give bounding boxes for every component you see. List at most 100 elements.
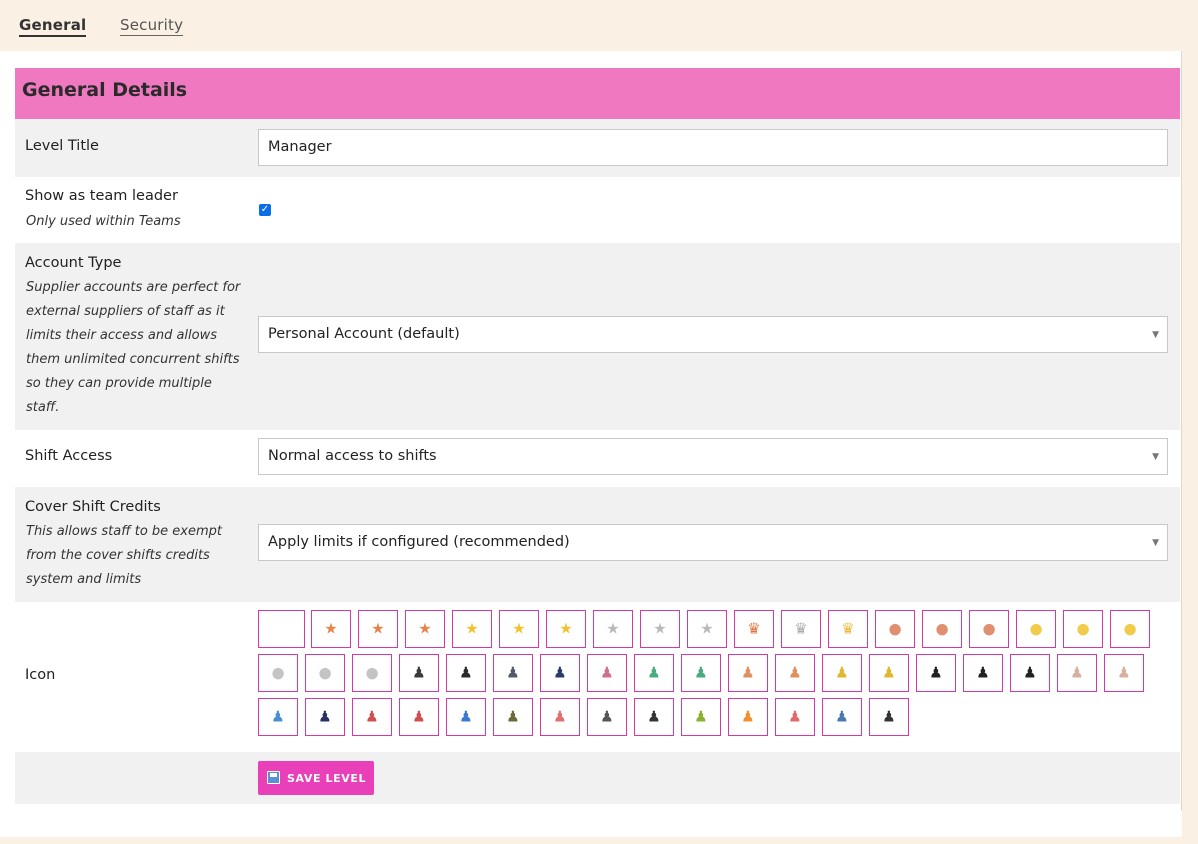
scrollbar-thumb[interactable] — [1181, 51, 1196, 811]
medal-gold-blue-icon: ● — [1123, 619, 1137, 638]
star-green-icon: ★ — [371, 619, 385, 638]
crown-silver-icon: ♛ — [794, 619, 808, 638]
icon-option[interactable]: ● — [258, 654, 298, 692]
icon-option[interactable]: ♟ — [493, 698, 533, 736]
icon-option[interactable]: ♛ — [734, 610, 774, 648]
account-type-label: Account Type — [25, 255, 122, 271]
icon-option[interactable]: ♟ — [681, 654, 721, 692]
icon-option[interactable]: ♟ — [634, 698, 674, 736]
icon-label: Icon — [25, 667, 56, 683]
icon-option[interactable]: ● — [1110, 610, 1150, 648]
tab-general[interactable]: General — [19, 16, 87, 37]
general-details-panel: General Details Level Title Manager Show… — [0, 51, 1198, 837]
icon-option[interactable]: ♟ — [681, 698, 721, 736]
icon-option[interactable]: ★ — [499, 610, 539, 648]
icon-option[interactable]: ♟ — [775, 654, 815, 692]
icon-option[interactable]: ● — [1063, 610, 1103, 648]
person-ninja-icon: ♟ — [647, 707, 661, 726]
icon-option[interactable]: ♟ — [1010, 654, 1050, 692]
person-spy-icon: ♟ — [1023, 663, 1037, 682]
team-leader-checkbox[interactable]: ✓ — [259, 204, 271, 216]
icon-option[interactable]: ★ — [358, 610, 398, 648]
icon-option[interactable]: ♟ — [775, 698, 815, 736]
icon-option[interactable]: ♟ — [822, 654, 862, 692]
icon-option[interactable]: ♟ — [305, 698, 345, 736]
person-grey-man-icon: ♟ — [506, 663, 520, 682]
team-leader-label: Show as team leader — [25, 188, 178, 204]
icon-option[interactable]: ★ — [593, 610, 633, 648]
icon-option[interactable]: ♛ — [828, 610, 868, 648]
save-level-button[interactable]: SAVE LEVEL — [258, 761, 374, 795]
person-navy-man-icon: ♟ — [553, 663, 567, 682]
icon-option[interactable]: ♟ — [587, 654, 627, 692]
icon-option[interactable]: ♟ — [540, 654, 580, 692]
caret-down-icon: ▼ — [1152, 330, 1159, 340]
person-blue-child-icon: ♟ — [459, 707, 473, 726]
icon-option[interactable]: ♟ — [634, 654, 674, 692]
row-save: SAVE LEVEL — [15, 752, 1180, 804]
medal-gold-red-icon: ● — [1029, 619, 1043, 638]
medal-bronze-red-icon: ● — [888, 619, 902, 638]
icon-option[interactable]: ★ — [687, 610, 727, 648]
person-red-woman-icon: ♟ — [365, 707, 379, 726]
icon-option[interactable]: ♟ — [822, 698, 862, 736]
icon-option[interactable]: ♟ — [399, 698, 439, 736]
icon-option[interactable]: ♟ — [352, 698, 392, 736]
caret-down-icon: ▼ — [1152, 538, 1159, 548]
icon-option[interactable]: ♟ — [446, 654, 486, 692]
cover-credits-description: This allows staff to be exempt from the … — [26, 524, 222, 587]
person-shadow-icon: ♟ — [929, 663, 943, 682]
icon-option[interactable]: ♟ — [963, 654, 1003, 692]
icon-option[interactable]: ★ — [311, 610, 351, 648]
caret-down-icon: ▼ — [1152, 452, 1159, 462]
account-type-select[interactable]: Personal Account (default) ▼ — [258, 316, 1168, 353]
icon-option[interactable]: ♟ — [728, 698, 768, 736]
icon-option[interactable] — [258, 610, 305, 648]
icon-option[interactable]: ● — [922, 610, 962, 648]
person-business-woman-icon: ♟ — [412, 663, 426, 682]
icon-option[interactable]: ★ — [405, 610, 445, 648]
person-business-man-icon: ♟ — [459, 663, 473, 682]
person-yellow-man-icon: ♟ — [882, 663, 896, 682]
icon-option[interactable]: ★ — [452, 610, 492, 648]
icon-option[interactable]: ♟ — [1104, 654, 1144, 692]
person-green-woman-icon: ♟ — [647, 663, 661, 682]
section-header: General Details — [15, 68, 1180, 119]
icon-option[interactable]: ♟ — [869, 698, 909, 736]
cover-credits-select[interactable]: Apply limits if configured (recommended)… — [258, 524, 1168, 561]
icon-option[interactable]: ● — [969, 610, 1009, 648]
icon-option[interactable]: ♟ — [728, 654, 768, 692]
icon-option[interactable]: ♟ — [540, 698, 580, 736]
icon-option[interactable]: ● — [352, 654, 392, 692]
row-cover-credits: Cover Shift Credits This allows staff to… — [15, 487, 1180, 602]
row-account-type: Account Type Supplier accounts are perfe… — [15, 243, 1180, 430]
icon-option[interactable]: ♛ — [781, 610, 821, 648]
star-silver-icon: ★ — [606, 619, 620, 638]
icon-option[interactable]: ♟ — [587, 698, 627, 736]
row-level-title: Level Title Manager — [15, 119, 1180, 177]
person-sunglasses-icon: ♟ — [976, 663, 990, 682]
icon-option[interactable]: ★ — [640, 610, 680, 648]
person-dark-icon: ♟ — [882, 707, 896, 726]
scrollbar[interactable] — [1181, 51, 1198, 837]
icon-option[interactable]: ★ — [546, 610, 586, 648]
icon-option[interactable]: ♟ — [446, 698, 486, 736]
person-white-man-icon: ♟ — [1117, 663, 1131, 682]
icon-option[interactable]: ♟ — [399, 654, 439, 692]
icon-option[interactable]: ● — [305, 654, 345, 692]
icon-option[interactable]: ♟ — [916, 654, 956, 692]
icon-option[interactable]: ● — [1016, 610, 1056, 648]
icon-option[interactable]: ♟ — [1057, 654, 1097, 692]
person-army-icon: ♟ — [506, 707, 520, 726]
icon-option[interactable]: ♟ — [493, 654, 533, 692]
tab-security[interactable]: Security — [120, 16, 184, 36]
shift-access-select[interactable]: Normal access to shifts ▼ — [258, 438, 1168, 475]
star-gold-blue-icon: ★ — [559, 619, 573, 638]
save-level-label: SAVE LEVEL — [287, 772, 367, 785]
level-title-input[interactable]: Manager — [258, 129, 1168, 166]
medal-silver-green-icon: ● — [318, 663, 332, 682]
icon-option[interactable]: ♟ — [869, 654, 909, 692]
row-team-leader: Show as team leader Only used within Tea… — [15, 177, 1180, 243]
icon-option[interactable]: ♟ — [258, 698, 298, 736]
icon-option[interactable]: ● — [875, 610, 915, 648]
